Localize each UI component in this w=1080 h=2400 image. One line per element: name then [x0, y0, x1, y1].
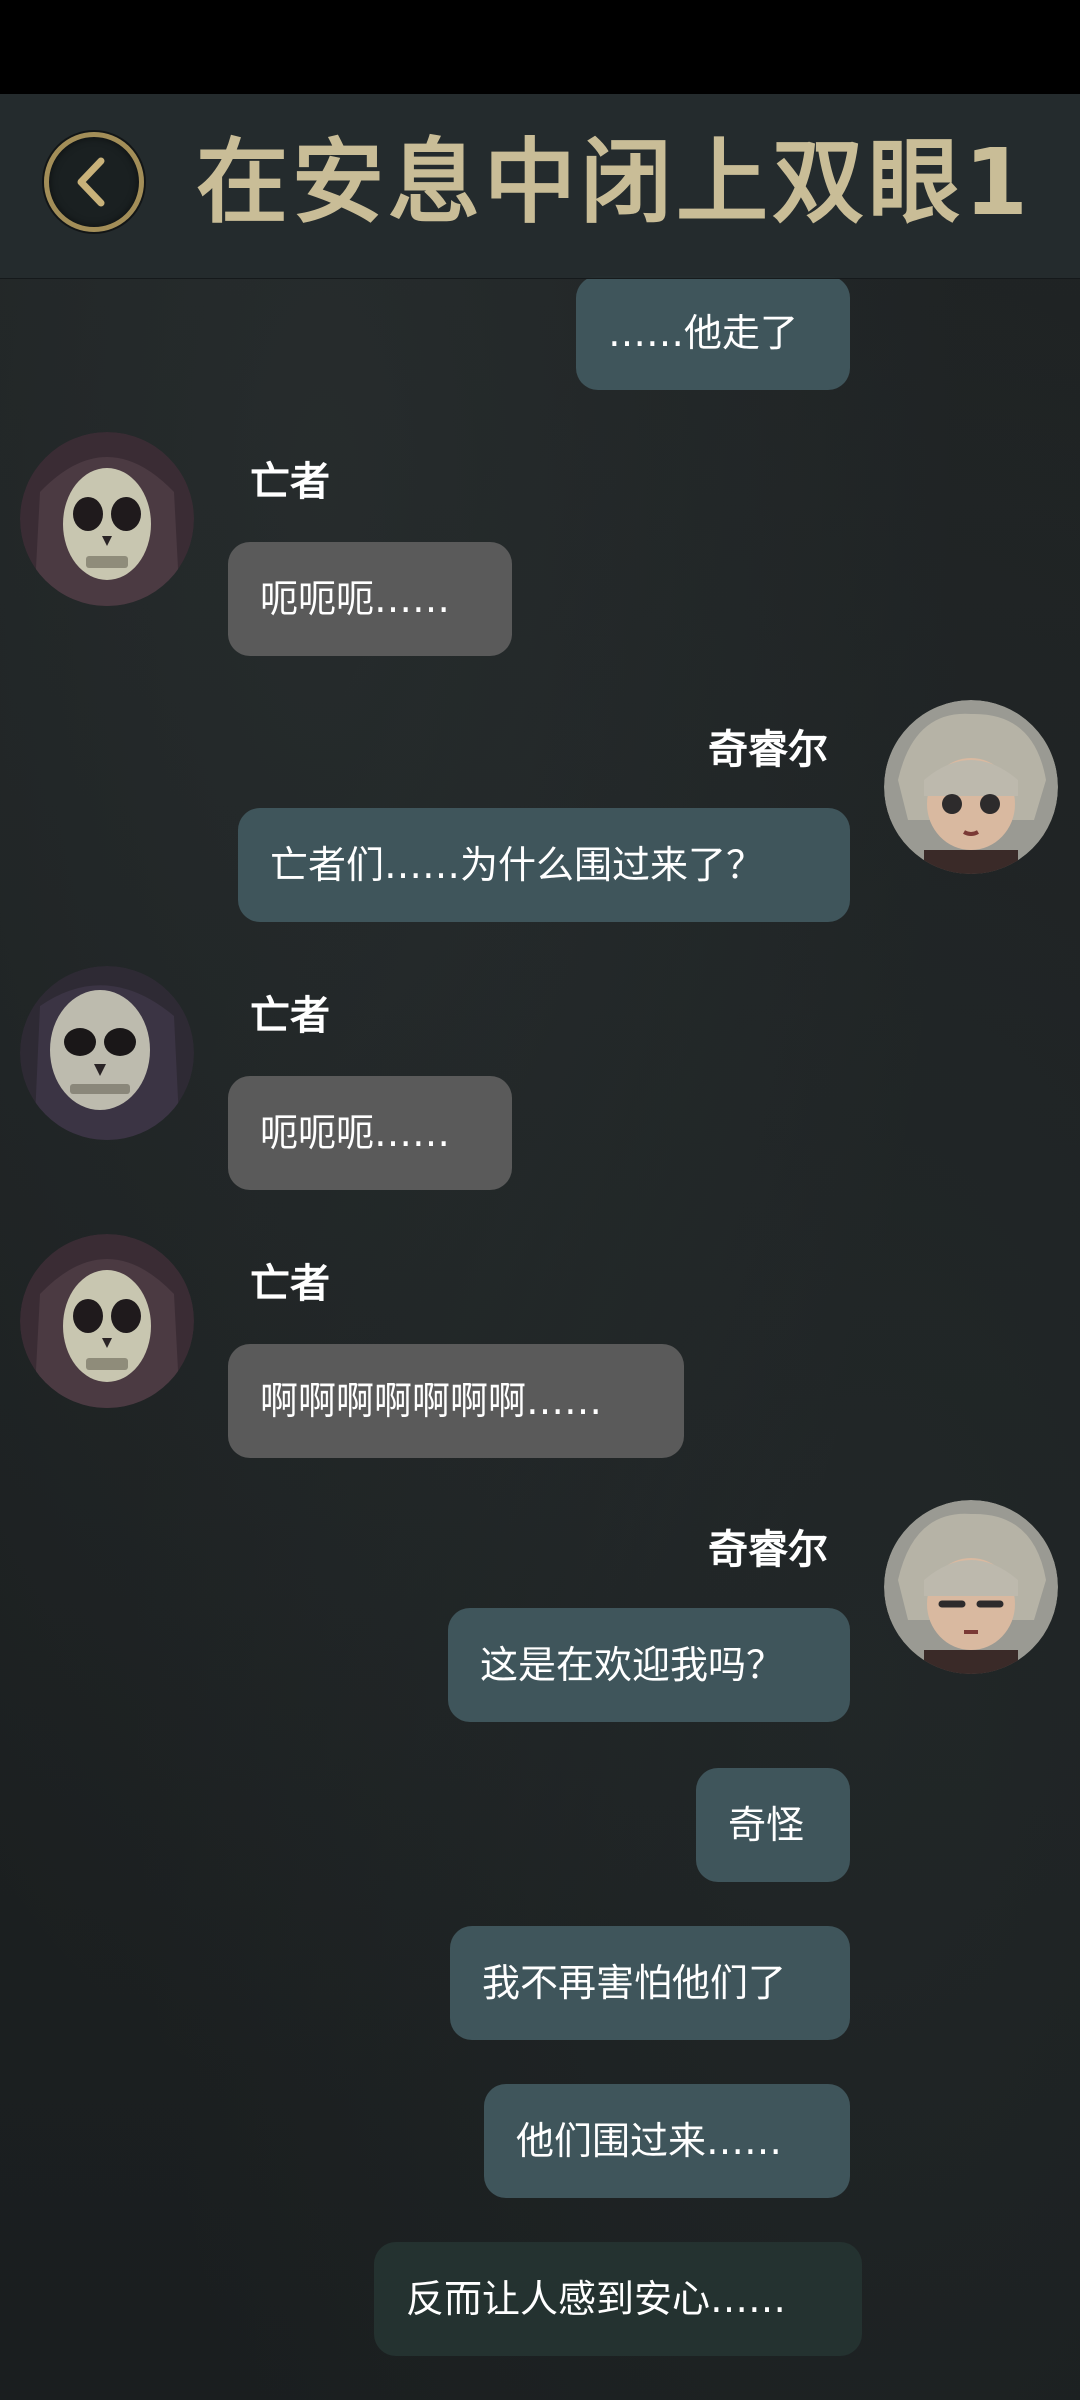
speaker-name: 亡者	[250, 1261, 330, 1307]
speaker-name: 奇睿尔	[708, 727, 828, 773]
avatar-dead-one[interactable]	[20, 432, 194, 606]
message-bubble[interactable]: 我不再害怕他们了	[450, 1926, 850, 2040]
message-bubble[interactable]: 亡者们……为什么围过来了？	[238, 808, 850, 922]
speaker-name: 亡者	[250, 459, 330, 505]
message-bubble[interactable]: 这是在欢迎我吗？	[448, 1608, 850, 1722]
avatar-dead-one[interactable]	[20, 1234, 194, 1408]
status-bar	[0, 0, 1080, 94]
title-bar: 在安息中闭上双眼1	[0, 94, 1080, 279]
message-bubble[interactable]: 呃呃呃……	[228, 1076, 512, 1190]
speaker-name: 奇睿尔	[708, 1527, 828, 1573]
avatar-kiruel[interactable]	[884, 700, 1058, 874]
avatar-kiruel[interactable]	[884, 1500, 1058, 1674]
chevron-left-icon	[77, 157, 105, 207]
speaker-name: 亡者	[250, 993, 330, 1039]
message-bubble[interactable]: 他们围过来……	[484, 2084, 850, 2198]
message-bubble[interactable]: 啊啊啊啊啊啊啊……	[228, 1344, 684, 1458]
message-bubble[interactable]: ……他走了	[576, 276, 850, 390]
dialogue-choice-button[interactable]: 反而让人感到安心……	[374, 2242, 862, 2356]
page-title: 在安息中闭上双眼1	[196, 129, 1033, 236]
message-bubble[interactable]: 奇怪	[696, 1768, 850, 1882]
message-bubble[interactable]: 呃呃呃……	[228, 542, 512, 656]
chat-screen: 在安息中闭上双眼1 ……他走了 亡者 呃呃呃…… 奇睿尔 亡者们……为什么围过来…	[0, 0, 1080, 2400]
avatar-dead-one[interactable]	[20, 966, 194, 1140]
back-button[interactable]	[44, 132, 144, 232]
